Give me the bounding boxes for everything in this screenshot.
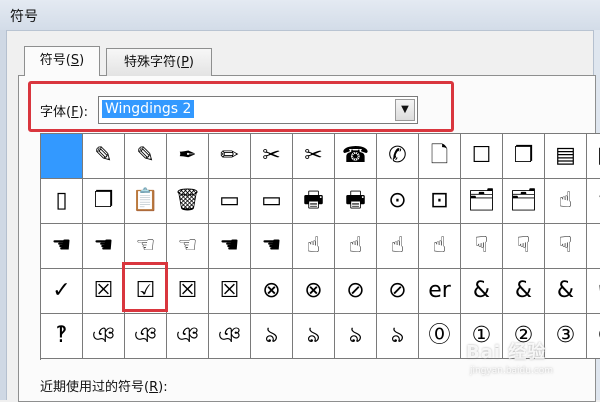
symbol-cell[interactable]: 🖶: [293, 179, 335, 224]
symbol-cell[interactable]: ‽: [41, 314, 83, 359]
symbol-cell[interactable]: ▦: [587, 134, 600, 179]
symbol-cell[interactable]: ঌ: [335, 314, 377, 359]
symbol-cell[interactable]: ☟: [503, 224, 545, 269]
tab-special-accel: P: [181, 55, 189, 70]
symbol-cell[interactable]: ✒: [167, 134, 209, 179]
symbol-cell[interactable]: 🗂: [461, 179, 503, 224]
tab-symbols-suffix: ): [79, 53, 85, 68]
symbol-cell[interactable]: ঞ: [125, 314, 167, 359]
symbol-cell[interactable]: ✆: [377, 134, 419, 179]
symbol-grid: ✎✎✒✏✂✂☎✆🗋☐❐▤▦▯❐📋🗑▭▭🖶🖶⊙⊡🗂🗂☝☜☚☚☜☜☚☚☝☝☝☝☟☟☟…: [40, 133, 600, 360]
symbol-cell[interactable]: 🗂: [503, 179, 545, 224]
symbol-cell[interactable]: ▯: [41, 179, 83, 224]
highlight-box-symbol: [122, 262, 168, 312]
symbol-cell[interactable]: ☜: [167, 224, 209, 269]
symbol-cell[interactable]: ☟: [461, 224, 503, 269]
symbol-cell[interactable]: ⊙: [377, 179, 419, 224]
watermark: Bai 经验 jingyan.baidu.com: [460, 336, 600, 386]
symbol-cell[interactable]: ☟: [545, 224, 587, 269]
symbol-cell[interactable]: ✏: [209, 134, 251, 179]
symbol-cell[interactable]: ☝: [335, 224, 377, 269]
tab-symbols-accel: S: [70, 53, 80, 68]
symbol-cell[interactable]: ❐: [503, 134, 545, 179]
symbol-cell[interactable]: ☝: [377, 224, 419, 269]
symbol-cell[interactable]: ☟: [587, 224, 600, 269]
symbol-cell[interactable]: ⊡: [419, 179, 461, 224]
symbol-cell[interactable]: ঌ: [377, 314, 419, 359]
tab-special-suffix: ): [188, 55, 194, 70]
symbol-cell[interactable]: ☛: [587, 269, 600, 314]
symbol-cell[interactable]: 🖶: [335, 179, 377, 224]
symbol-cell[interactable]: ☒: [209, 269, 251, 314]
symbol-cell[interactable]: ঞ: [209, 314, 251, 359]
symbol-cell[interactable]: ☝: [545, 179, 587, 224]
symbol-cell[interactable]: ▭: [251, 179, 293, 224]
highlight-box-font: [28, 81, 454, 132]
symbol-cell[interactable]: &: [545, 269, 587, 314]
symbol-cell[interactable]: ঌ: [251, 314, 293, 359]
symbol-cell[interactable]: ☚: [41, 224, 83, 269]
symbol-cell[interactable]: ☜: [587, 179, 600, 224]
symbol-cell[interactable]: ⊘: [377, 269, 419, 314]
symbol-cell[interactable]: ❐: [83, 179, 125, 224]
symbol-cell[interactable]: ▭: [209, 179, 251, 224]
symbol-cell[interactable]: ☚: [209, 224, 251, 269]
tab-symbols[interactable]: 符号(S): [24, 46, 100, 76]
symbol-cell[interactable]: ✎: [125, 134, 167, 179]
symbol-cell[interactable]: ▤: [545, 134, 587, 179]
symbol-cell[interactable]: ✓: [41, 269, 83, 314]
symbol-cell[interactable]: ✂: [251, 134, 293, 179]
symbol-cell[interactable]: ঞ: [167, 314, 209, 359]
symbol-cell[interactable]: ⊘: [335, 269, 377, 314]
symbol-cell[interactable]: ☐: [461, 134, 503, 179]
symbol-cell[interactable]: ✎: [83, 134, 125, 179]
symbol-cell[interactable]: ⓪: [419, 314, 461, 359]
symbol-cell[interactable]: ☝: [419, 224, 461, 269]
symbol-cell[interactable]: ☎: [335, 134, 377, 179]
symbol-cell[interactable]: ☒: [167, 269, 209, 314]
symbol-cell[interactable]: ☒: [83, 269, 125, 314]
window-title: 符号: [10, 9, 38, 25]
window-frame-left: [0, 30, 7, 400]
tab-special-characters[interactable]: 特殊字符(P): [106, 48, 212, 76]
symbol-cell[interactable]: ☚: [83, 224, 125, 269]
tab-symbols-label: 符号(: [39, 53, 71, 68]
tab-special-label: 特殊字符(: [124, 55, 182, 70]
watermark-url: jingyan.baidu.com: [470, 366, 554, 376]
symbol-cell[interactable]: ☝: [293, 224, 335, 269]
symbol-cell[interactable]: 🗑: [167, 179, 209, 224]
symbol-cell[interactable]: ঌ: [293, 314, 335, 359]
symbol-cell[interactable]: ⊗: [251, 269, 293, 314]
recent-label-suffix: ):: [158, 380, 168, 395]
symbol-cell[interactable]: ঞ: [83, 314, 125, 359]
symbol-cell[interactable]: er: [419, 269, 461, 314]
symbol-cell[interactable]: [41, 134, 83, 179]
symbol-cell[interactable]: 📋: [125, 179, 167, 224]
symbol-cell[interactable]: 🗋: [419, 134, 461, 179]
recent-label-text: 近期使用过的符号(: [40, 380, 150, 395]
symbol-cell[interactable]: ⊗: [293, 269, 335, 314]
recent-label-accel: R: [149, 380, 159, 395]
watermark-text: Bai 经验: [466, 342, 547, 363]
symbol-cell[interactable]: &: [461, 269, 503, 314]
symbol-cell[interactable]: ☚: [251, 224, 293, 269]
symbol-cell[interactable]: ✂: [293, 134, 335, 179]
recent-symbols-label: 近期使用过的符号(R):: [40, 376, 168, 395]
title-bar: 符号: [0, 0, 600, 31]
symbol-cell[interactable]: &: [503, 269, 545, 314]
